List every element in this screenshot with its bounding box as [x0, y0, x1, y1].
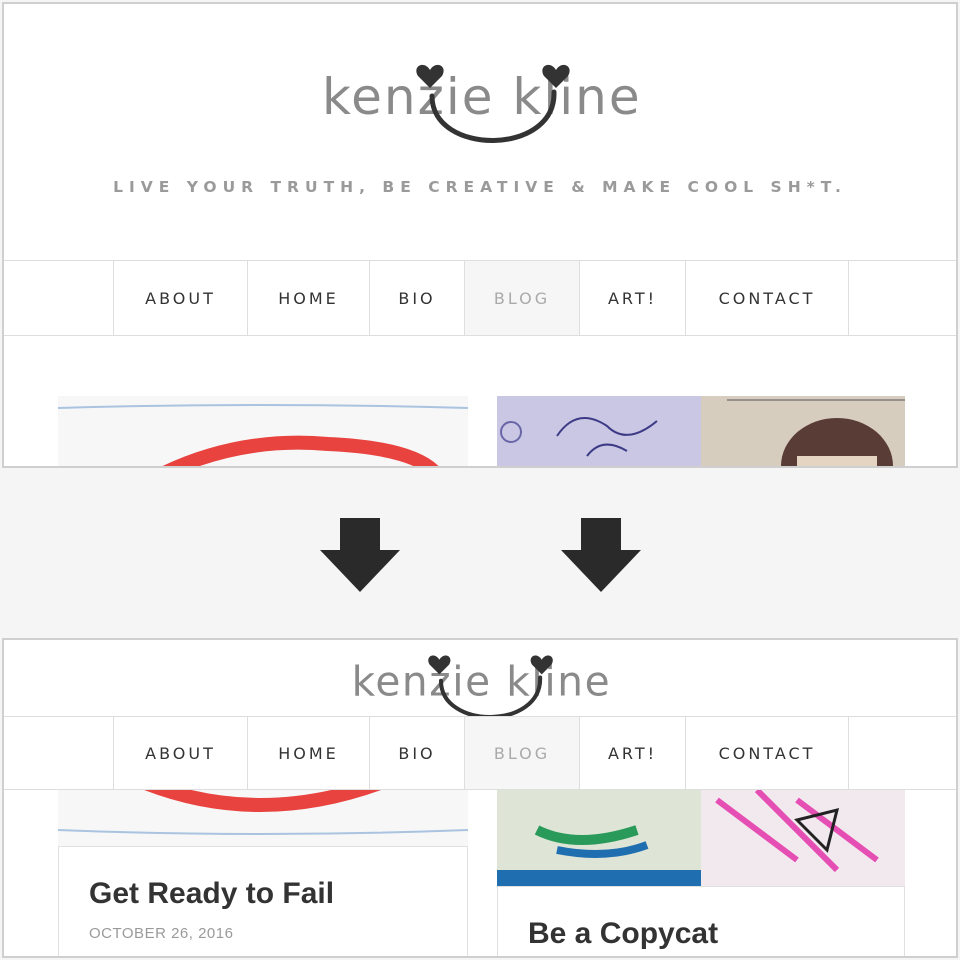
site-tagline: LIVE YOUR TRUTH, BE CREATIVE & MAKE COOL… — [113, 178, 847, 196]
nav-item-blog[interactable]: BLOG — [465, 261, 580, 335]
nav-item-about[interactable]: ABOUT — [114, 261, 248, 335]
post-date: OCTOBER 26, 2016 — [89, 925, 234, 942]
doodle-collage-image — [497, 790, 905, 886]
nav-item-blog[interactable]: BLOG — [465, 717, 580, 789]
post-thumbnail-fail[interactable] — [58, 396, 468, 466]
post-card[interactable]: Get Ready to Fail OCTOBER 26, 2016 — [58, 846, 468, 956]
logo-text: kenzie kline — [322, 68, 642, 126]
nav-item-home[interactable]: HOME — [248, 261, 370, 335]
nav-item-art[interactable]: ART! — [580, 717, 686, 789]
nav-item-art[interactable]: ART! — [580, 261, 686, 335]
red-circle-drawing-image — [58, 396, 468, 466]
red-circle-drawing-image — [58, 790, 468, 846]
post-title[interactable]: Be a Copycat — [528, 917, 718, 951]
page-top-state: kenzie kline LIVE YOUR TRUTH, BE CREATIV… — [2, 2, 958, 468]
nav-item-home[interactable]: HOME — [248, 717, 370, 789]
post-title[interactable]: Get Ready to Fail — [89, 877, 334, 911]
main-nav: ABOUT HOME BIO BLOG ART! CONTACT — [4, 716, 956, 790]
nav-item-contact[interactable]: CONTACT — [686, 261, 849, 335]
nav-item-contact[interactable]: CONTACT — [686, 717, 849, 789]
post-thumbnail-copycat[interactable] — [497, 396, 905, 466]
main-nav: ABOUT HOME BIO BLOG ART! CONTACT — [4, 260, 956, 336]
post-thumbnail-copycat[interactable] — [497, 790, 905, 886]
post-card[interactable]: Be a Copycat — [497, 886, 905, 956]
arrow-down-icon — [320, 518, 400, 592]
nav-item-bio[interactable]: BIO — [370, 717, 465, 789]
doodle-collage-image — [497, 396, 905, 466]
page-scrolled-state: kenzie kline ABOUT HOME BIO BLOG ART! CO… — [2, 638, 958, 958]
site-logo[interactable]: kenzie kline — [320, 56, 640, 166]
logo-graphic: kenzie kline — [322, 64, 642, 143]
nav-item-about[interactable]: ABOUT — [114, 717, 248, 789]
nav-item-bio[interactable]: BIO — [370, 261, 465, 335]
sticky-header: kenzie kline — [4, 640, 956, 719]
logo-text: kenzie kline — [352, 657, 612, 705]
arrow-down-icon — [561, 518, 641, 592]
post-thumbnail-fail[interactable] — [58, 790, 468, 846]
